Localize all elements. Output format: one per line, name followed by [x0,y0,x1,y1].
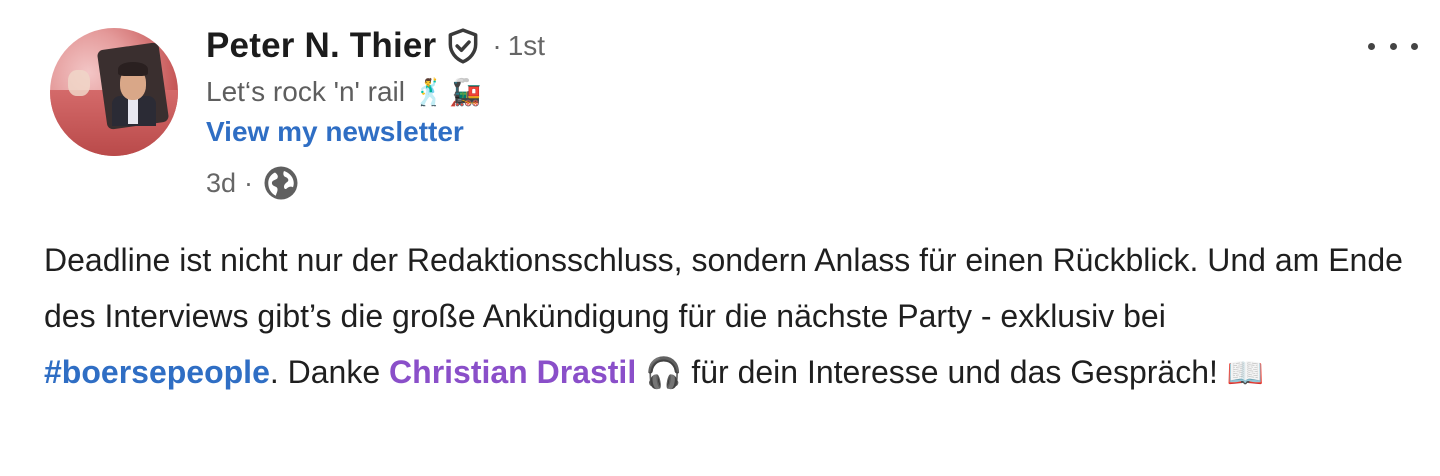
tagline-text: Let‘s rock 'n' rail [206,76,405,107]
more-dot [1411,42,1418,50]
author-name[interactable]: Peter N. Thier [206,26,436,66]
degree-separator: · [492,30,502,61]
more-options-icon[interactable] [1368,30,1418,62]
headphones-emoji: 🎧 [645,357,683,390]
book-emoji: 📖 [1226,357,1265,390]
post-meta: 3d · [206,165,299,201]
avatar-hand [68,70,90,96]
body-text-part1: Deadline ist nicht nur der Redaktionssch… [44,242,1403,334]
view-newsletter-link[interactable]: View my newsletter [206,116,464,148]
avatar-shirt [128,96,138,124]
body-text-part2: . Danke [269,354,390,390]
meta-separator: · [244,167,254,198]
author-tagline: Let‘s rock 'n' rail 🕺 🚂 [206,76,482,108]
hashtag-link[interactable]: #boersepeople [44,354,270,390]
body-text-part3: für dein Interesse und das Gespräch! [682,354,1227,390]
degree-label: 1st [507,30,546,61]
dancer-emoji: 🕺 [412,76,446,107]
mention-link[interactable]: Christian Drastil [389,354,636,390]
more-dot [1368,42,1375,50]
globe-icon [264,166,298,200]
post-time: 3d [206,167,237,198]
locomotive-emoji: 🚂 [449,76,482,107]
connection-degree: · 1st [492,30,545,62]
avatar-hair [118,62,148,76]
author-avatar[interactable] [50,28,178,156]
more-dot [1389,42,1397,50]
author-name-row: Peter N. Thier · 1st [206,26,545,66]
verified-shield-icon [448,28,478,64]
post-body: Deadline ist nicht nur der Redaktionssch… [44,232,1404,402]
